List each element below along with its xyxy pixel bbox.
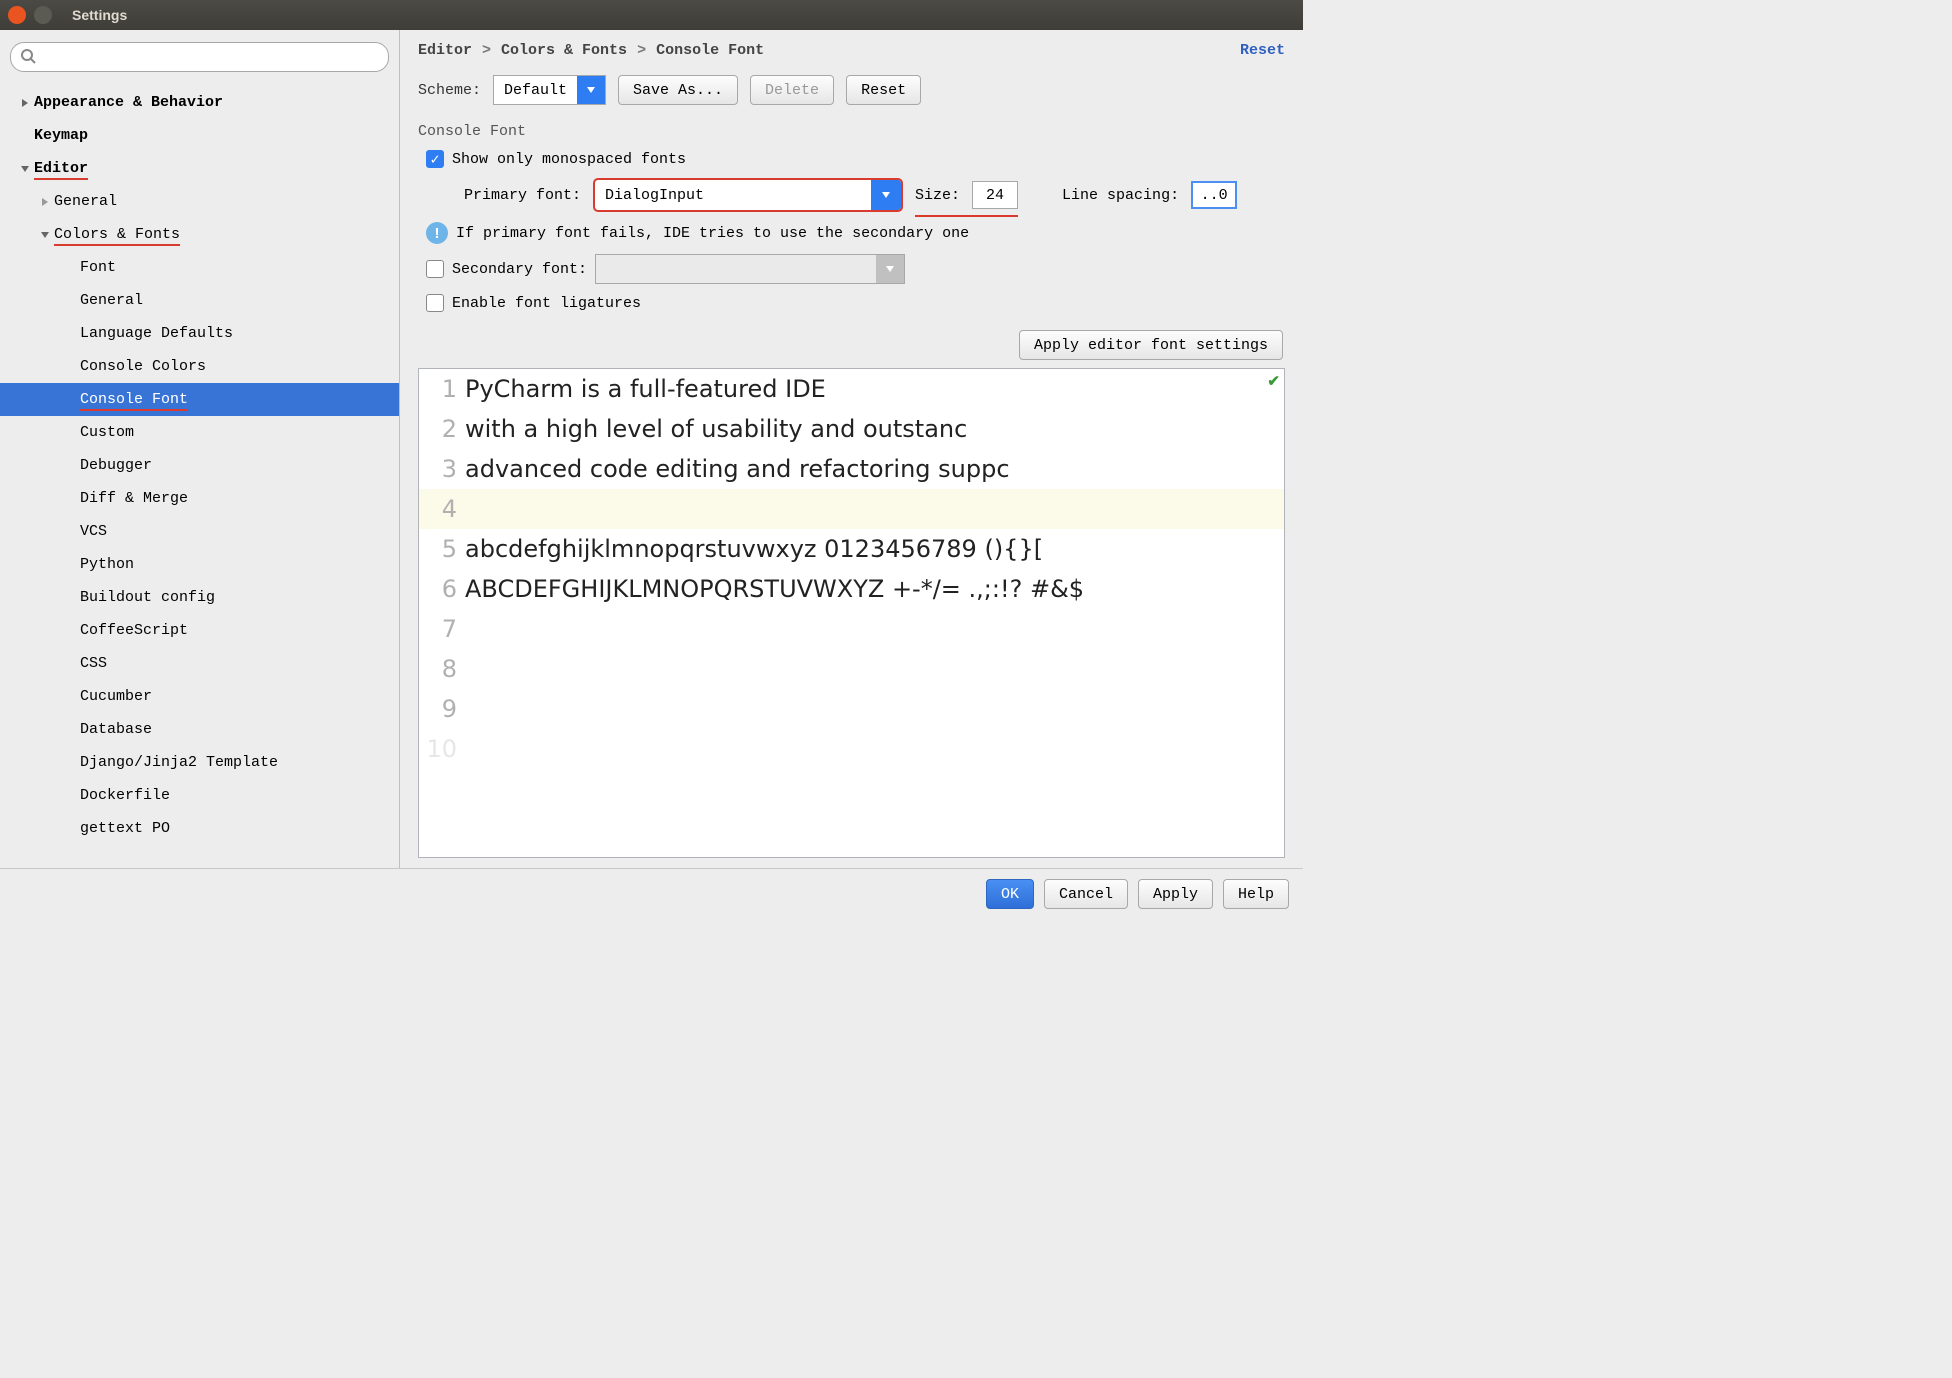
tree-item-keymap[interactable]: Keymap <box>0 119 399 152</box>
chevron-down-icon <box>871 180 901 210</box>
chevron-right-icon <box>18 96 32 110</box>
tree-item-console-font[interactable]: Console Font <box>0 383 399 416</box>
tree-item-general[interactable]: General <box>0 185 399 218</box>
tree-item-css[interactable]: CSS <box>0 647 399 680</box>
size-input[interactable] <box>972 181 1018 209</box>
tree-item-coffee[interactable]: CoffeeScript <box>0 614 399 647</box>
scheme-label: Scheme: <box>418 82 481 99</box>
ligatures-checkbox[interactable] <box>426 294 444 312</box>
line-spacing-input[interactable] <box>1191 181 1237 209</box>
reset-scheme-button[interactable]: Reset <box>846 75 921 105</box>
tree-item-python[interactable]: Python <box>0 548 399 581</box>
scheme-dropdown[interactable]: Default <box>493 75 606 105</box>
help-button[interactable]: Help <box>1223 879 1289 909</box>
minimize-window-icon[interactable] <box>34 6 52 24</box>
secondary-font-dropdown <box>595 254 905 284</box>
settings-sidebar: Appearance & Behavior Keymap Editor Gene… <box>0 30 400 868</box>
greater-than-icon: > <box>482 42 491 59</box>
delete-button: Delete <box>750 75 834 105</box>
size-label: Size: <box>915 187 960 204</box>
primary-font-label: Primary font: <box>464 187 581 204</box>
apply-editor-font-button[interactable]: Apply editor font settings <box>1019 330 1283 360</box>
tree-item-general2[interactable]: General <box>0 284 399 317</box>
tree-item-buildout[interactable]: Buildout config <box>0 581 399 614</box>
ligatures-label: Enable font ligatures <box>452 295 641 312</box>
window-titlebar: Settings <box>0 0 1303 30</box>
search-icon <box>20 48 36 64</box>
tree-item-console-colors[interactable]: Console Colors <box>0 350 399 383</box>
line-spacing-label: Line spacing: <box>1062 187 1179 204</box>
crumb-colors-fonts[interactable]: Colors & Fonts <box>501 42 627 59</box>
secondary-font-checkbox[interactable] <box>426 260 444 278</box>
tree-item-vcs[interactable]: VCS <box>0 515 399 548</box>
crumb-console-font: Console Font <box>656 42 764 59</box>
tree-item-django[interactable]: Django/Jinja2 Template <box>0 746 399 779</box>
monospaced-label: Show only monospaced fonts <box>452 151 686 168</box>
tree-item-gettext[interactable]: gettext PO <box>0 812 399 845</box>
crumb-editor[interactable]: Editor <box>418 42 472 59</box>
primary-font-dropdown[interactable]: DialogInput <box>593 178 903 212</box>
section-title: Console Font <box>418 123 1285 140</box>
search-input[interactable] <box>10 42 389 72</box>
tree-item-database[interactable]: Database <box>0 713 399 746</box>
ok-button[interactable]: OK <box>986 879 1034 909</box>
apply-button[interactable]: Apply <box>1138 879 1213 909</box>
settings-tree: Appearance & Behavior Keymap Editor Gene… <box>0 82 399 868</box>
tree-item-appearance[interactable]: Appearance & Behavior <box>0 86 399 119</box>
breadcrumb: Editor > Colors & Fonts > Console Font R… <box>418 42 1285 59</box>
chevron-right-icon <box>38 195 52 209</box>
font-preview: ✔ 1PyCharm is a full-featured IDE 2with … <box>418 368 1285 858</box>
chevron-down-icon <box>38 228 52 242</box>
greater-than-icon: > <box>637 42 646 59</box>
tree-item-font[interactable]: Font <box>0 251 399 284</box>
tree-item-custom[interactable]: Custom <box>0 416 399 449</box>
reset-link[interactable]: Reset <box>1240 42 1285 59</box>
main-panel: Editor > Colors & Fonts > Console Font R… <box>400 30 1303 868</box>
tree-item-diff-merge[interactable]: Diff & Merge <box>0 482 399 515</box>
info-text: If primary font fails, IDE tries to use … <box>456 225 969 242</box>
tree-item-cucumber[interactable]: Cucumber <box>0 680 399 713</box>
chevron-down-icon <box>876 255 904 283</box>
tree-item-debugger[interactable]: Debugger <box>0 449 399 482</box>
chevron-down-icon <box>18 162 32 176</box>
check-icon: ✔ <box>1267 372 1280 390</box>
window-title: Settings <box>72 7 127 23</box>
monospaced-checkbox[interactable]: ✓ <box>426 150 444 168</box>
chevron-down-icon <box>577 76 605 104</box>
info-icon: ! <box>426 222 448 244</box>
tree-item-colors-fonts[interactable]: Colors & Fonts <box>0 218 399 251</box>
tree-item-dockerfile[interactable]: Dockerfile <box>0 779 399 812</box>
dialog-footer: OK Cancel Apply Help <box>0 868 1303 919</box>
save-as-button[interactable]: Save As... <box>618 75 738 105</box>
cancel-button[interactable]: Cancel <box>1044 879 1128 909</box>
secondary-font-label: Secondary font: <box>452 261 587 278</box>
close-window-icon[interactable] <box>8 6 26 24</box>
tree-item-editor[interactable]: Editor <box>0 152 399 185</box>
tree-item-lang-defaults[interactable]: Language Defaults <box>0 317 399 350</box>
